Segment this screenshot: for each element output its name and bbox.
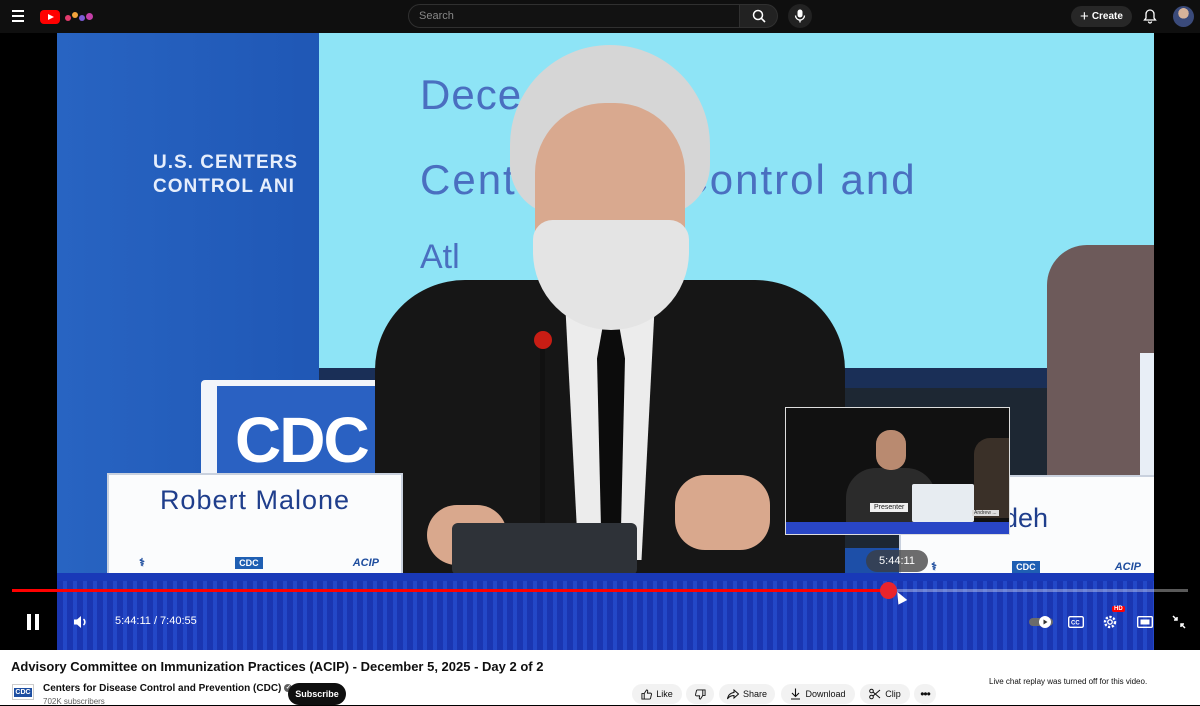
clip-button[interactable]: Clip [860, 684, 910, 704]
video-info: Advisory Committee on Immunization Pract… [0, 650, 1200, 706]
nameplate-2-acip: ACIP [1114, 560, 1141, 573]
video-title: Advisory Committee on Immunization Pract… [11, 659, 544, 674]
cdc-sign-text: CDC [235, 404, 370, 476]
speaker-tie [597, 327, 625, 537]
backdrop-line-2: CONTROL ANI [153, 176, 295, 197]
share-label: Share [742, 689, 768, 699]
bell-icon [1143, 8, 1157, 24]
preview-person [974, 438, 1009, 518]
voice-search-button[interactable] [788, 4, 812, 28]
share-icon [726, 688, 739, 699]
preview-laptop [912, 484, 974, 522]
clip-label: Clip [885, 689, 901, 699]
chat-replay-note: Live chat replay was turned off for this… [989, 677, 1148, 686]
progress-bar[interactable] [12, 582, 1188, 599]
captions-button[interactable]: CC [1065, 612, 1087, 632]
like-button[interactable]: Like [632, 684, 682, 704]
masthead: + Create [0, 0, 1200, 33]
channel-logo-text: CDC [14, 687, 32, 697]
backdrop-line-1: U.S. CENTERS [153, 152, 299, 173]
backdrop-text: U.S. CENTERS CONTROL ANI [153, 151, 298, 199]
theater-icon [1137, 616, 1153, 628]
autoplay-toggle-icon [1029, 616, 1053, 628]
video-player[interactable]: U.S. CENTERS CONTROL ANI Dece 5, 2025 Ce… [0, 33, 1200, 650]
search-box [408, 4, 740, 28]
gear-icon [1103, 615, 1117, 629]
volume-icon [74, 616, 86, 628]
youtube-play-icon [40, 9, 60, 24]
create-button[interactable]: + Create [1071, 6, 1132, 27]
menu-icon[interactable] [12, 10, 24, 22]
pause-icon [27, 614, 39, 630]
nameplate-logos: ⚕ CDC ACIP [139, 556, 379, 569]
video-frame: U.S. CENTERS CONTROL ANI Dece 5, 2025 Ce… [57, 33, 1154, 650]
search-input[interactable] [409, 5, 729, 27]
nameplate: Robert Malone ⚕ CDC ACIP [107, 473, 403, 581]
fullscreen-exit-icon [1172, 615, 1186, 629]
nameplate-name: Robert Malone [159, 485, 351, 515]
download-label: Download [805, 689, 846, 699]
preview-label: Presenter [870, 503, 909, 512]
search-icon [752, 9, 766, 23]
volume-button[interactable] [70, 612, 92, 632]
dislike-button[interactable] [686, 684, 714, 704]
speaker-hand-right [675, 475, 770, 550]
theater-mode-button[interactable] [1134, 612, 1156, 632]
subscribe-button[interactable]: Subscribe [288, 683, 346, 705]
microphone-head [534, 331, 552, 349]
download-icon [791, 688, 801, 700]
time-display: 5:44:11 / 7:40:55 [115, 615, 197, 627]
pause-button[interactable] [22, 611, 44, 633]
captions-icon: CC [1068, 616, 1084, 628]
notifications-button[interactable] [1141, 7, 1159, 25]
nameplate-cdc: CDC [235, 556, 263, 569]
thumbs-up-icon [641, 688, 653, 700]
hhs-eagle-icon: ⚕ [139, 557, 145, 569]
nameplate-acip: ACIP [352, 556, 379, 569]
channel-name: Centers for Disease Control and Preventi… [43, 683, 282, 694]
progress-played [12, 589, 888, 592]
channel-name-row[interactable]: Centers for Disease Control and Preventi… [43, 683, 293, 694]
microphone-base [452, 523, 637, 575]
like-label: Like [656, 689, 673, 699]
svg-text:CC: CC [1071, 621, 1080, 627]
youtube-logo[interactable] [40, 8, 97, 25]
share-button[interactable]: Share [719, 684, 775, 704]
preview-label-2: Andrew ... [972, 510, 999, 516]
hhs-eagle-icon: ⚕ [931, 561, 937, 573]
fullscreen-button[interactable] [1168, 611, 1190, 633]
channel-avatar[interactable]: CDC [12, 684, 34, 700]
microphone-stem [540, 343, 545, 533]
settings-button[interactable]: HD [1099, 606, 1125, 633]
seek-preview-thumbnail: Presenter Andrew ... [785, 407, 1010, 535]
microphone-icon [794, 9, 806, 23]
more-horizontal-icon: ••• [920, 687, 931, 701]
hd-badge: HD [1112, 606, 1125, 612]
doodle-icon [63, 11, 97, 23]
nameplate-2-logos: ⚕ CDC ACIP [931, 560, 1141, 573]
speaker [375, 45, 845, 610]
nameplate-2-cdc: CDC [1012, 560, 1040, 573]
autoplay-toggle[interactable] [1028, 613, 1054, 631]
create-label: Create [1091, 11, 1123, 22]
download-button[interactable]: Download [781, 684, 855, 704]
thumbs-down-icon [694, 688, 706, 700]
preview-table [786, 522, 1009, 534]
scissors-icon [869, 688, 881, 700]
plus-icon: + [1080, 8, 1089, 25]
seek-time-tooltip: 5:44:11 [866, 550, 928, 572]
more-actions-button[interactable]: ••• [914, 684, 936, 704]
search-button[interactable] [740, 4, 778, 28]
avatar[interactable] [1173, 6, 1194, 27]
